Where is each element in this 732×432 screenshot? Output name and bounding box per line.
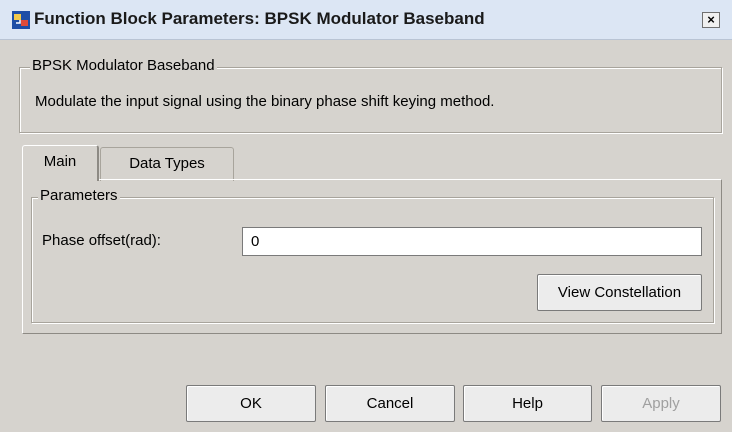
parameters-legend: Parameters: [38, 187, 120, 204]
tab-data-types-label: Data Types: [129, 155, 205, 172]
dialog-window: Function Block Parameters: BPSK Modulato…: [0, 0, 732, 432]
window-title: Function Block Parameters: BPSK Modulato…: [34, 9, 485, 28]
help-button[interactable]: Help: [463, 385, 592, 422]
phase-offset-input[interactable]: 0: [242, 227, 702, 256]
block-group-legend: BPSK Modulator Baseband: [30, 57, 217, 74]
apply-button[interactable]: Apply: [601, 385, 721, 422]
tab-main[interactable]: Main: [22, 145, 99, 181]
cancel-button[interactable]: Cancel: [325, 385, 455, 422]
simulink-block-icon: [12, 11, 30, 29]
ok-button[interactable]: OK: [186, 385, 316, 422]
view-constellation-button[interactable]: View Constellation: [537, 274, 702, 311]
tab-main-label: Main: [43, 153, 77, 170]
title-bar[interactable]: Function Block Parameters: BPSK Modulato…: [0, 0, 732, 40]
block-description-text: Modulate the input signal using the bina…: [35, 93, 495, 110]
phase-offset-label: Phase offset(rad):: [42, 232, 161, 249]
tab-data-types[interactable]: Data Types: [100, 147, 234, 181]
close-button[interactable]: ×: [702, 12, 720, 28]
